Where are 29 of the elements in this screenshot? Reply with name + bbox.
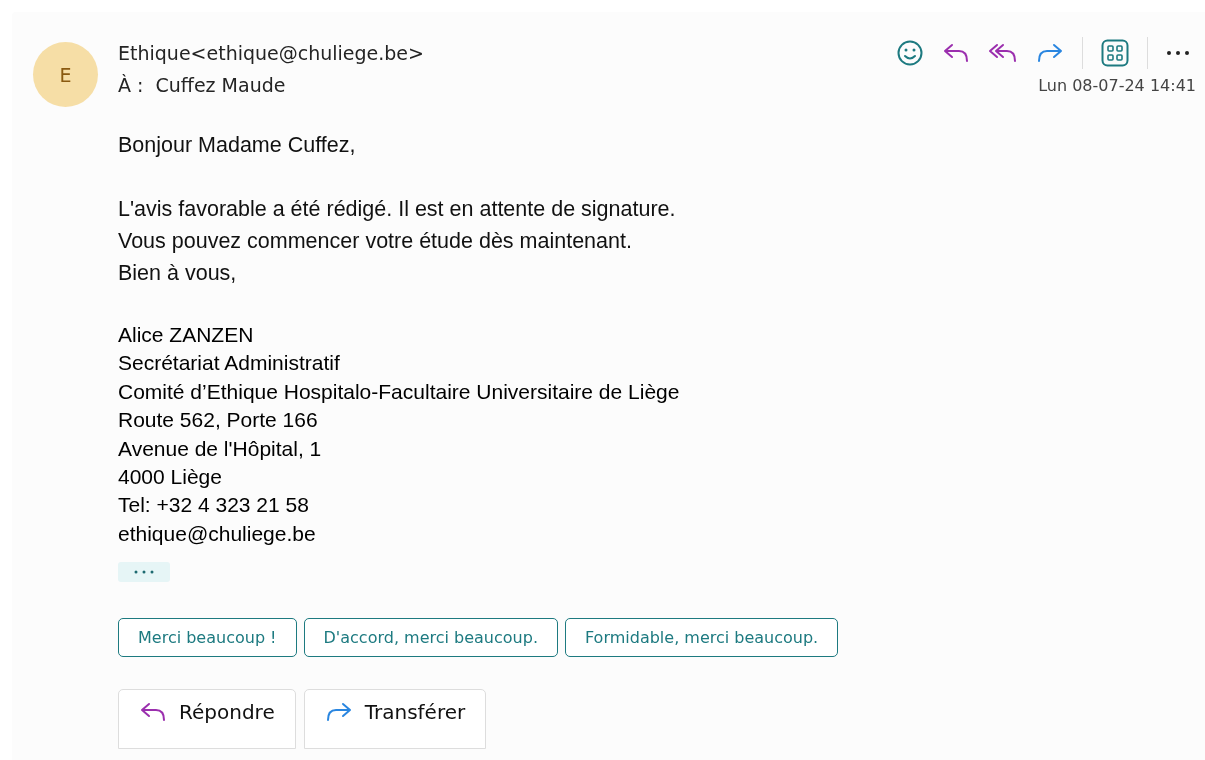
reply-icon[interactable] — [942, 41, 970, 65]
reply-all-icon[interactable] — [988, 41, 1018, 65]
more-icon[interactable] — [1166, 50, 1190, 56]
action-button[interactable]: Transférer — [303, 689, 487, 750]
signature-line: Comité d’Ethique Hospitalo-Facultaire Universitaire de Liège — [118, 378, 681, 405]
signature-line: 4000 Liège — [118, 464, 223, 491]
quick-reply-button[interactable]: Formidable, merci beaucoup. — [564, 618, 839, 658]
body-text: Vous pouvez commencer votre étude dès maintenant. — [118, 228, 633, 255]
quick-reply-button[interactable]: Merci beaucoup ! — [118, 618, 297, 658]
forward-icon[interactable] — [1036, 41, 1064, 65]
signature-line: ethique@chuliege.be — [118, 520, 317, 547]
signature-line: Tel: +32 4 323 21 58 — [118, 492, 310, 519]
action-button[interactable]: Répondre — [118, 689, 296, 750]
sender-address: Ethique<ethique@chuliege.be> — [118, 42, 424, 64]
signature-line: Secrétariat Administratif — [118, 350, 341, 377]
forward-icon — [324, 701, 353, 724]
reply-icon — [139, 701, 167, 724]
recipient-line: À : Cuffez Maude — [118, 74, 286, 96]
signature-line: Avenue de l'Hôpital, 1 — [118, 435, 323, 462]
body-text: Bien à vous, — [118, 260, 238, 287]
body-text: Bonjour Madame Cuffez, — [118, 132, 357, 159]
body-text: L'avis favorable a été rédigé. Il est en attente de signature. — [118, 196, 677, 223]
quick-reply-button[interactable]: D'accord, merci beaucoup. — [303, 618, 558, 658]
signature-line: Route 562, Porte 166 — [118, 407, 319, 434]
emoji-icon[interactable] — [896, 39, 924, 67]
signature-line: Alice ZANZEN — [118, 322, 255, 348]
apps-icon[interactable] — [1101, 39, 1129, 67]
sender-avatar: E — [33, 42, 98, 107]
message-date: Lun 08-07-24 14:41 — [1038, 75, 1196, 95]
